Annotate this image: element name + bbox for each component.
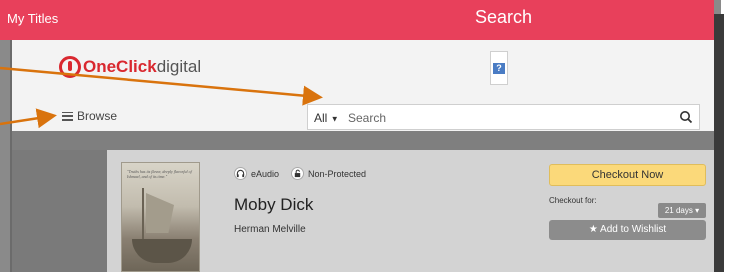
divider-band (10, 131, 714, 150)
oneclickdigital-logo[interactable]: OneClickdigital (59, 53, 201, 81)
unlock-icon (291, 167, 305, 180)
format-label: eAudio (251, 168, 280, 179)
author-name[interactable]: Herman Melville (234, 224, 306, 235)
top-bar: My Titles Search (0, 0, 714, 40)
protection-label: Non-Protected (308, 168, 367, 179)
book-cover-image[interactable]: "Truths has its flavor, deeply flavorful… (121, 162, 200, 272)
add-to-wishlist-button[interactable]: ★ Add to Wishlist (549, 220, 706, 240)
search-input[interactable] (348, 109, 658, 126)
left-gutter (10, 150, 107, 272)
search-scope-label: All (314, 111, 328, 125)
logo-badge-icon (59, 56, 81, 78)
browse-button[interactable]: Browse (62, 109, 117, 123)
search-scope-dropdown[interactable]: All ▼ (314, 111, 339, 125)
page-title: Search (475, 7, 533, 27)
frame-shadow (714, 14, 724, 272)
logo-text: OneClickdigital (83, 57, 202, 76)
cover-quote: "Truths has its flavor, deeply flavorful… (127, 169, 192, 179)
help-frame: ? (490, 51, 508, 85)
checkout-days-value: 21 days (664, 206, 693, 215)
checkout-for-label: Checkout for: (549, 196, 597, 205)
book-title[interactable]: Moby Dick (234, 195, 313, 215)
title-card: "Truths has its flavor, deeply flavorful… (107, 150, 714, 272)
headphones-icon (234, 167, 247, 180)
my-titles-link[interactable]: My Titles (7, 11, 58, 26)
browse-label: Browse (77, 109, 118, 123)
star-icon: ★ (588, 224, 598, 235)
format-info: eAudio Non-Protected (234, 167, 366, 180)
caret-down-icon: ▼ (330, 114, 339, 124)
wishlist-label: Add to Wishlist (600, 224, 667, 235)
help-icon[interactable]: ? (493, 63, 505, 74)
checkout-now-button[interactable]: Checkout Now (549, 164, 706, 186)
caret-down-icon: ▾ (695, 206, 700, 215)
checkout-days-dropdown[interactable]: 21 days ▾ (658, 203, 706, 218)
menu-icon (62, 111, 73, 121)
site-header: OneClickdigital ? Browse All ▼ (10, 40, 714, 131)
search-icon[interactable] (679, 110, 693, 124)
search-bar: All ▼ (307, 104, 700, 130)
